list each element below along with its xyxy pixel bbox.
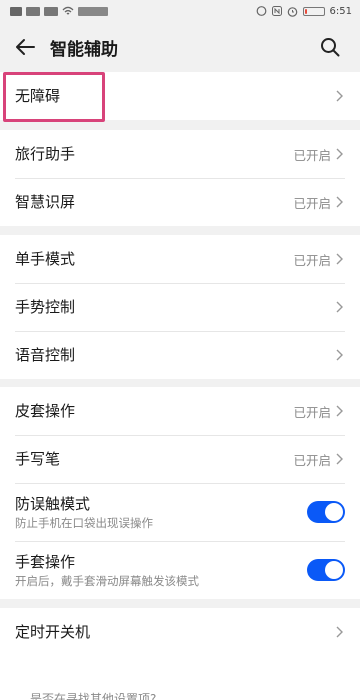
item-label: 无障碍 <box>15 87 61 105</box>
settings-item-one-hand-mode[interactable]: 单手模式 已开启 <box>0 235 360 283</box>
chevron-right-icon <box>335 147 345 161</box>
chevron-right-icon <box>335 625 345 639</box>
item-label: 手势控制 <box>15 298 76 316</box>
status-text: 已开启 <box>293 195 331 211</box>
search-icon <box>321 38 340 57</box>
item-label: 防误触模式 <box>15 494 91 513</box>
wifi-icon <box>62 6 74 15</box>
item-label: 定时开关机 <box>15 623 91 641</box>
settings-item-accessibility[interactable]: 无障碍 <box>0 72 360 120</box>
accidental-touch-toggle[interactable] <box>307 501 345 523</box>
chevron-right-icon <box>335 452 345 466</box>
item-label: 皮套操作 <box>15 402 76 420</box>
battery-fill <box>304 8 308 14</box>
toggle-knob <box>325 503 343 521</box>
item-label: 智慧识屏 <box>15 193 76 211</box>
settings-item-smart-screen[interactable]: 智慧识屏 已开启 <box>0 178 360 226</box>
status-text: 已开启 <box>293 452 331 468</box>
nfc-icon <box>256 6 266 16</box>
status-text: 已开启 <box>293 147 331 163</box>
back-arrow-icon <box>16 39 35 55</box>
alarm-icon <box>287 6 297 17</box>
other-settings-suggestion: 是否在寻找其他设置项? <box>0 650 360 700</box>
chevron-right-icon <box>335 404 345 418</box>
status-bar: 6:51 <box>0 0 360 22</box>
settings-item-travel-assistant[interactable]: 旅行助手 已开启 <box>0 130 360 178</box>
chevron-right-icon <box>335 89 345 103</box>
item-label: 单手模式 <box>15 250 76 268</box>
settings-item-gesture-control[interactable]: 手势控制 <box>0 283 360 331</box>
item-label: 旅行助手 <box>15 145 76 163</box>
item-label: 手套操作 <box>15 552 76 571</box>
chevron-right-icon <box>335 300 345 314</box>
toggle-knob <box>325 561 343 579</box>
status-text: 已开启 <box>293 252 331 268</box>
battery-icon <box>302 6 325 16</box>
section-controls: 单手模式 已开启 手势控制 语音控制 <box>0 235 360 379</box>
sim-card-icon <box>10 6 22 16</box>
settings-item-scheduled-power[interactable]: 定时开关机 <box>0 608 360 656</box>
chevron-right-icon <box>335 252 345 266</box>
chevron-right-icon <box>335 195 345 209</box>
settings-item-accidental-touch: 防误触模式 防止手机在口袋出现误操作 <box>0 483 360 541</box>
section-hardware: 皮套操作 已开启 手写笔 已开启 防误触模式 防止手机在口袋出现误操作 手套操作… <box>0 387 360 599</box>
status-time: 6:51 <box>329 5 352 17</box>
nfc-n-icon <box>271 6 282 16</box>
section-accessibility: 无障碍 <box>0 72 360 120</box>
suggestion-text: 是否在寻找其他设置项? <box>30 692 157 700</box>
notification-icons <box>78 6 108 16</box>
page-title: 智能辅助 <box>50 39 118 60</box>
signal-2-icon <box>44 6 58 16</box>
section-scheduled-power: 定时开关机 <box>0 608 360 656</box>
item-label: 手写笔 <box>15 450 61 468</box>
settings-item-glove-mode: 手套操作 开启后，戴手套滑动屏幕触发该模式 <box>0 541 360 599</box>
status-icons-right: 6:51 <box>256 6 352 17</box>
status-icons-left <box>10 6 108 16</box>
item-subtitle: 防止手机在口袋出现误操作 <box>15 515 153 530</box>
item-subtitle: 开启后，戴手套滑动屏幕触发该模式 <box>15 573 199 588</box>
settings-item-voice-control[interactable]: 语音控制 <box>0 331 360 379</box>
item-label: 语音控制 <box>15 346 76 364</box>
chevron-right-icon <box>335 348 345 362</box>
search-button[interactable] <box>310 22 350 72</box>
settings-item-cover-operation[interactable]: 皮套操作 已开启 <box>0 387 360 435</box>
back-button[interactable] <box>0 22 50 72</box>
signal-1-icon <box>26 6 40 16</box>
glove-mode-toggle[interactable] <box>307 559 345 581</box>
section-assistants: 旅行助手 已开启 智慧识屏 已开启 <box>0 130 360 226</box>
app-bar: 智能辅助 <box>0 22 360 72</box>
status-text: 已开启 <box>293 404 331 420</box>
settings-item-stylus[interactable]: 手写笔 已开启 <box>0 435 360 483</box>
